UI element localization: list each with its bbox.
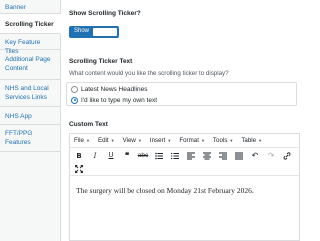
chevron-down-icon: ▼ <box>229 138 234 143</box>
menu-file[interactable]: File ▼ <box>74 137 90 144</box>
italic-icon[interactable]: I <box>88 150 102 162</box>
radio-latest-news[interactable] <box>71 85 78 93</box>
link-icon[interactable] <box>280 150 294 162</box>
show-ticker-label: Show Scrolling Ticker? <box>69 10 141 17</box>
sidebar-item-additional-page-content[interactable]: Additional Page Content <box>0 50 60 80</box>
strikethrough-icon[interactable]: abc <box>136 150 150 162</box>
radio-own-text-label: I'd like to type my own text <box>81 96 158 104</box>
numbered-list-icon[interactable] <box>168 150 182 162</box>
editor-menubar: File ▼ Edit ▼ View ▼ Insert ▼ Format ▼ Tools ▼… <box>70 134 299 148</box>
sidebar-item-key-feature-tiles[interactable]: Key Feature Tiles <box>0 34 60 55</box>
editor-toolbar: B I U ❝ abc ↶ ↷ <box>70 148 299 176</box>
sidebar-item-fft-ppg-features[interactable]: FFT/PPG Features <box>0 125 60 152</box>
menu-table[interactable]: Table ▼ <box>241 137 262 144</box>
align-center-icon[interactable] <box>200 150 214 162</box>
chevron-down-icon: ▼ <box>137 138 142 143</box>
align-right-icon[interactable] <box>216 150 230 162</box>
menu-tools[interactable]: Tools ▼ <box>213 137 233 144</box>
justify-icon[interactable] <box>232 150 246 162</box>
bullet-list-icon[interactable] <box>152 150 166 162</box>
custom-text-editor: File ▼ Edit ▼ View ▼ Insert ▼ Format ▼ Tools ▼… <box>69 133 300 241</box>
ticker-text-description: What content would you like the scrollin… <box>69 70 229 77</box>
chevron-down-icon: ▼ <box>85 138 90 143</box>
show-ticker-toggle[interactable]: Show <box>69 26 119 38</box>
bold-icon[interactable]: B <box>72 150 86 162</box>
chevron-down-icon: ▼ <box>167 138 172 143</box>
blockquote-icon[interactable]: ❝ <box>120 150 134 162</box>
toggle-state-text: Show <box>74 28 90 34</box>
menu-insert[interactable]: Insert ▼ <box>150 137 171 144</box>
align-left-icon[interactable] <box>184 150 198 162</box>
sidebar-item-nhs-local-services[interactable]: NHS and Local Services Links <box>0 80 60 107</box>
undo-icon[interactable]: ↶ <box>248 150 262 162</box>
radio-option-own-text[interactable]: I'd like to type my own text <box>71 95 157 105</box>
settings-sidebar: Banner Scrolling Ticker Key Feature Tile… <box>0 0 61 241</box>
sidebar-item-banner[interactable]: Banner <box>0 0 60 14</box>
toggle-knob <box>93 28 117 36</box>
radio-latest-news-label: Latest News Headlines <box>81 85 148 93</box>
underline-icon[interactable]: U <box>104 150 118 162</box>
ticker-text-options: Latest News Headlines I'd like to type m… <box>66 82 297 106</box>
sidebar-item-scrolling-ticker[interactable]: Scrolling Ticker <box>0 14 61 34</box>
chevron-down-icon: ▼ <box>200 138 205 143</box>
radio-option-latest-news[interactable]: Latest News Headlines <box>71 84 147 94</box>
radio-own-text[interactable] <box>71 96 78 104</box>
chevron-down-icon: ▼ <box>110 138 115 143</box>
custom-text-label: Custom Text <box>69 121 108 128</box>
redo-icon[interactable]: ↷ <box>264 150 278 162</box>
ticker-text-label: Scrolling Ticker Text <box>69 58 133 65</box>
chevron-down-icon: ▼ <box>258 138 263 143</box>
menu-edit[interactable]: Edit ▼ <box>98 137 115 144</box>
menu-view[interactable]: View ▼ <box>123 137 142 144</box>
menu-format[interactable]: Format ▼ <box>179 137 205 144</box>
fullscreen-icon[interactable] <box>72 163 86 175</box>
editor-content[interactable]: The surgery will be closed on Monday 21s… <box>70 176 299 205</box>
sidebar-item-nhs-app[interactable]: NHS App <box>0 107 60 125</box>
